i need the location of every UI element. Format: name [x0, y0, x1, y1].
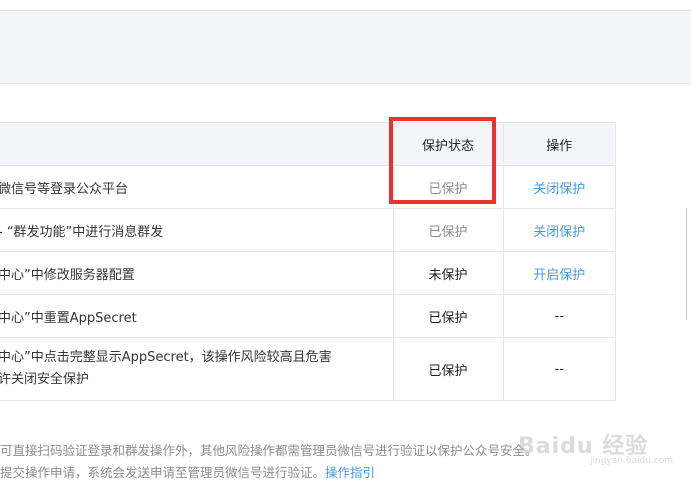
row-description: 微信号等登录公众平台 — [0, 165, 393, 209]
row-status: 已保护 — [392, 208, 503, 252]
row-status: 未保护 — [392, 251, 503, 295]
row-status: 已保护 — [392, 337, 503, 400]
close-protection-link[interactable]: 关闭保护 — [533, 225, 585, 240]
row-description: 中心”中修改服务器配置 — [0, 251, 393, 295]
note-line-2: 提交操作申请，系统会发送申请至管理员微信号进行验证。操作指引 — [0, 462, 691, 484]
row-description: - “群发功能”中进行消息群发 — [0, 208, 393, 252]
header-operation: 操作 — [502, 123, 615, 166]
no-action-dash: -- — [502, 337, 615, 400]
page-header-band — [0, 10, 691, 84]
table-header-row: 保护状态 操作 — [0, 123, 615, 166]
table-row: 中心”中修改服务器配置 未保护 开启保护 — [0, 251, 615, 295]
notes-section: 可直接扫码验证登录和群发操作外，其他风险操作都需管理员微信号进行验证以保护公众号… — [0, 440, 691, 484]
row-status: 已保护 — [392, 165, 503, 209]
table-row: 中心”中点击完整显示AppSecret，该操作风险较高且危害 许关闭安全保护 已… — [0, 337, 615, 401]
row-status: 已保护 — [392, 294, 503, 338]
security-protection-table: 保护状态 操作 微信号等登录公众平台 已保护 关闭保护 - “群发功能”中进行消… — [0, 122, 616, 401]
table-row: 中心”中重置AppSecret 已保护 -- — [0, 294, 615, 338]
scrollbar-edge[interactable] — [686, 208, 691, 320]
open-protection-link[interactable]: 开启保护 — [533, 268, 585, 283]
row-description: 中心”中点击完整显示AppSecret，该操作风险较高且危害 许关闭安全保护 — [0, 338, 393, 401]
row-description-line1: 中心”中点击完整显示AppSecret，该操作风险较高且危害 — [0, 350, 332, 365]
row-description: 中心”中重置AppSecret — [0, 294, 393, 338]
row-description-line2: 许关闭安全保护 — [0, 372, 90, 387]
note-line-1: 可直接扫码验证登录和群发操作外，其他风险操作都需管理员微信号进行验证以保护公众号… — [0, 443, 538, 458]
top-edge — [0, 0, 691, 10]
operation-guide-link[interactable]: 操作指引 — [325, 465, 375, 480]
table-row: - “群发功能”中进行消息群发 已保护 关闭保护 — [0, 208, 615, 252]
table-row: 微信号等登录公众平台 已保护 关闭保护 — [0, 165, 615, 209]
note-line-2-text: 提交操作申请，系统会发送申请至管理员微信号进行验证。 — [0, 465, 326, 480]
header-status: 保护状态 — [392, 123, 503, 166]
close-protection-link[interactable]: 关闭保护 — [533, 182, 585, 197]
no-action-dash: -- — [502, 294, 615, 338]
header-description — [0, 123, 393, 166]
